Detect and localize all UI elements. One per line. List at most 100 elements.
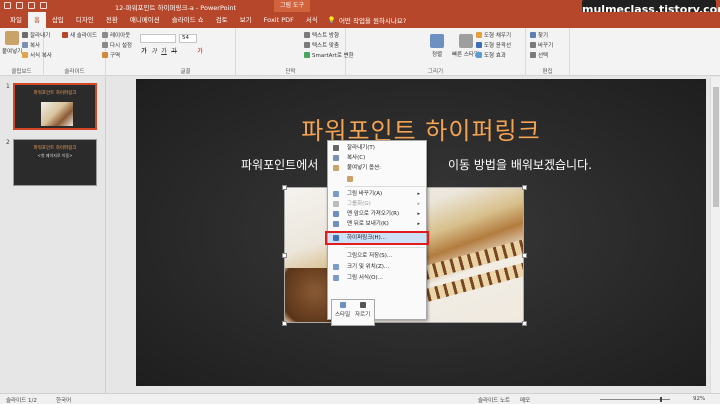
arrange-button[interactable]: 정렬 — [430, 34, 444, 58]
style-button[interactable]: 스타일 — [335, 302, 350, 318]
thumb-number-2: 2 — [6, 139, 10, 146]
thumb-picture — [41, 102, 73, 126]
size-position-icon — [333, 264, 339, 270]
tab-format[interactable]: 서식 — [300, 12, 324, 28]
layout-button[interactable]: 레이아웃 — [102, 31, 130, 39]
editing-group-label: 편집 — [542, 69, 553, 75]
shape-effects-button[interactable]: 도형 효과 — [476, 51, 506, 59]
tab-transitions[interactable]: 전환 — [100, 12, 124, 28]
align-text-button[interactable]: 텍스트 맞춤 — [304, 41, 339, 49]
zoom-level[interactable]: 92% — [693, 396, 705, 402]
resize-handle[interactable] — [282, 321, 287, 326]
paste-icon — [5, 31, 20, 45]
menu-item-bring-to-front[interactable]: 맨 앞으로 가져오기(R) ▸ — [328, 209, 426, 219]
slide-subtitle-right[interactable]: 이동 방법을 배워보겠습니다. — [448, 156, 592, 173]
strikethrough-icon[interactable]: 가 — [170, 48, 178, 56]
chevron-right-icon: ▸ — [417, 211, 420, 217]
slide-subtitle-left[interactable]: 파워포인트에서 — [241, 156, 318, 173]
tab-review[interactable]: 검토 — [210, 12, 234, 28]
copy-icon — [22, 42, 28, 48]
tab-animations[interactable]: 애니메이션 — [124, 12, 166, 28]
undo-icon[interactable] — [16, 2, 23, 9]
copy-button[interactable]: 복사 — [22, 41, 40, 49]
save-icon[interactable] — [4, 2, 11, 9]
thumb-subtitle: <첫 페이지로 이동> — [37, 153, 73, 158]
fill-bucket-icon — [476, 32, 482, 38]
shape-fill-button[interactable]: 도형 채우기 — [476, 31, 511, 39]
zoom-slider-thumb[interactable] — [660, 397, 662, 402]
menu-separator — [345, 247, 425, 248]
comments-button[interactable]: 메모 — [520, 396, 530, 404]
tab-view[interactable]: 보기 — [234, 12, 258, 28]
font-group-label: 글꼴 — [180, 69, 191, 75]
mini-toolbar: 스타일 자르기 — [331, 299, 375, 326]
smartart-icon — [304, 52, 310, 58]
bold-icon[interactable]: 가 — [140, 48, 148, 56]
font-color-icon[interactable]: 가 — [196, 48, 204, 56]
slide-thumbnail-2[interactable]: 파워포인트 하이퍼링크 <첫 페이지로 이동> — [13, 139, 97, 186]
drawing-group-label: 그리기 — [427, 69, 444, 75]
menu-item-copy[interactable]: 복사(C) — [328, 153, 426, 163]
redo-icon[interactable] — [28, 2, 35, 9]
brush-icon — [22, 52, 28, 58]
notes-button[interactable]: 슬라이드 노트 — [478, 396, 510, 404]
italic-icon[interactable]: 가 — [150, 48, 158, 56]
ribbon: 붙여넣기 잘라내기 복사 서식 복사 클립보드 새 슬라이드 레이아웃 다시 설… — [0, 28, 720, 76]
thumb-title: 파워포인트 하이퍼링크 — [33, 91, 77, 96]
text-direction-button[interactable]: 텍스트 방향 — [304, 31, 339, 39]
tab-file[interactable]: 파일 — [4, 12, 28, 28]
shape-outline-button[interactable]: 도형 윤곽선 — [476, 41, 511, 49]
drawing-group: 정렬 빠른 스타일 도형 채우기 도형 윤곽선 도형 효과 그리기 — [346, 28, 526, 76]
menu-item-format-picture[interactable]: 그림 서식(O)... — [328, 273, 426, 283]
slide-thumbnail-1[interactable]: 파워포인트 하이퍼링크 — [13, 83, 97, 130]
tab-home[interactable]: 홈 — [27, 12, 46, 28]
resize-handle[interactable] — [522, 185, 527, 190]
section-button[interactable]: 구역 — [102, 51, 120, 59]
bring-front-icon — [333, 211, 339, 217]
clipboard-group: 붙여넣기 잘라내기 복사 서식 복사 클립보드 — [0, 28, 52, 76]
align-text-icon — [304, 42, 310, 48]
resize-handle[interactable] — [522, 321, 527, 326]
reset-button[interactable]: 다시 설정 — [102, 41, 132, 49]
paste-picture-icon — [347, 176, 353, 182]
text-direction-icon — [304, 32, 310, 38]
send-back-icon — [333, 221, 339, 227]
paste-button[interactable]: 붙여넣기 — [2, 31, 22, 55]
tell-me-box[interactable]: 💡 어떤 작업을 원하시나요? — [328, 15, 406, 25]
new-slide-icon — [62, 32, 68, 38]
menu-item-paste-picture[interactable] — [328, 174, 426, 184]
menu-item-change-picture[interactable]: 그림 바꾸기(A) ▸ — [328, 189, 426, 199]
cursor-icon — [530, 52, 536, 58]
menu-item-send-to-back[interactable]: 맨 뒤로 보내기(K) ▸ — [328, 219, 426, 229]
menu-item-size-position[interactable]: 크기 및 위치(Z)... — [328, 262, 426, 272]
menu-separator — [345, 186, 425, 187]
crop-button[interactable]: 자르기 — [355, 302, 370, 318]
ribbon-tabs: 파일 홈 삽입 디자인 전환 애니메이션 슬라이드 쇼 검토 보기 Foxit … — [0, 12, 720, 28]
new-slide-button[interactable]: 새 슬라이드 — [62, 31, 97, 39]
menu-item-group[interactable]: 그룹화(G) ▸ — [328, 199, 426, 209]
tab-insert[interactable]: 삽입 — [46, 12, 70, 28]
underline-icon[interactable]: 가 — [160, 48, 168, 56]
language-indicator[interactable]: 한국어 — [56, 396, 71, 404]
quick-styles-button[interactable]: 빠른 스타일 — [452, 34, 479, 58]
vertical-scrollbar[interactable] — [710, 77, 720, 393]
select-button[interactable]: 선택 — [530, 51, 548, 59]
replace-button[interactable]: 바꾸기 — [530, 41, 553, 49]
resize-handle[interactable] — [522, 253, 527, 258]
menu-item-save-as-picture[interactable]: 그림으로 저장(S)... — [328, 251, 426, 261]
resize-handle[interactable] — [282, 253, 287, 258]
font-name-field[interactable] — [140, 34, 176, 43]
font-size-field[interactable]: 54 — [179, 34, 197, 43]
resize-handle[interactable] — [282, 185, 287, 190]
menu-item-cut[interactable]: 잘라내기(T) — [328, 143, 426, 153]
tab-slideshow[interactable]: 슬라이드 쇼 — [166, 12, 210, 28]
start-slideshow-icon[interactable] — [40, 2, 47, 9]
find-button[interactable]: 찾기 — [530, 31, 548, 39]
clipboard-group-label: 클립보드 — [11, 69, 32, 75]
tab-foxit-pdf[interactable]: Foxit PDF — [258, 12, 300, 28]
pen-icon — [476, 42, 482, 48]
tab-design[interactable]: 디자인 — [70, 12, 100, 28]
scrollbar-thumb[interactable] — [713, 87, 719, 207]
thumb-number-1: 1 — [6, 83, 10, 90]
paste-icon — [333, 165, 339, 171]
